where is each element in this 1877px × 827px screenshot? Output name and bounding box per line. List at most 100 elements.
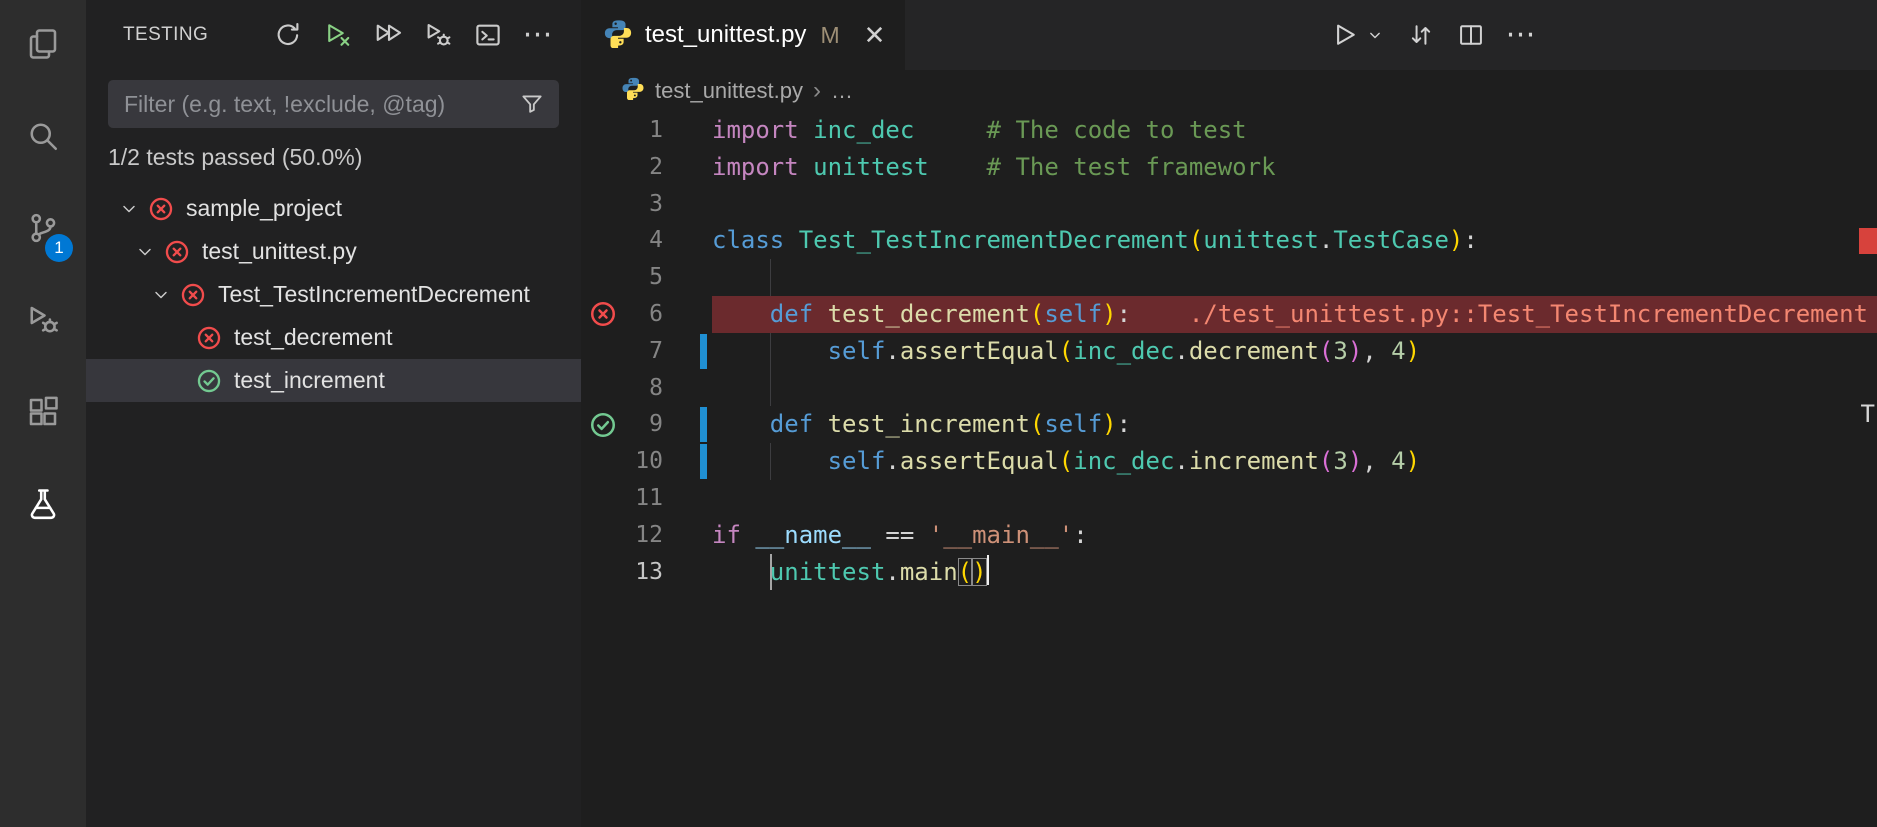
code-line-6[interactable]: 6 def test_decrement(self): ./test_unitt… — [581, 295, 1877, 333]
activity-source-control[interactable]: 1 — [0, 184, 86, 276]
indent-guide — [770, 259, 771, 296]
line-number: 9 — [649, 411, 663, 438]
code-line-content[interactable]: def test_increment(self): — [712, 406, 1877, 443]
debug-tests-icon[interactable] — [417, 14, 459, 56]
git-gutter-spacer — [663, 554, 712, 591]
line-number: 2 — [649, 153, 663, 180]
code-line-content[interactable] — [712, 369, 1877, 407]
code-line-content[interactable]: import unittest # The test framework — [712, 149, 1877, 186]
overview-error-mark — [1859, 228, 1877, 254]
code-line-2[interactable]: 2 import unittest # The test framework — [581, 149, 1877, 186]
code-line-content[interactable]: unittest.main() — [712, 553, 1877, 591]
indent-guide — [770, 369, 771, 407]
git-gutter-spacer — [663, 517, 712, 554]
code-text: import inc_dec # The code to test — [712, 116, 1247, 144]
tree-item-test_decrement[interactable]: test_decrement — [86, 316, 581, 359]
code-line-content[interactable] — [712, 259, 1877, 296]
run-dropdown-icon[interactable] — [1363, 15, 1387, 55]
show-output-icon[interactable] — [467, 14, 509, 56]
breadcrumb[interactable]: test_unittest.py › … — [581, 70, 1877, 112]
breadcrumb-symbol[interactable]: … — [831, 78, 853, 104]
test-filter-input[interactable] — [122, 89, 519, 119]
code-text: self.assertEqual(inc_dec.decrement(3), 4… — [827, 336, 1421, 365]
test-tree: sample_project test_unittest.py Test_TestI… — [86, 187, 581, 402]
code-line-5[interactable]: 5 — [581, 259, 1877, 296]
code-line-3[interactable]: 3 — [581, 186, 1877, 223]
tree-item-label: test_decrement — [234, 324, 393, 350]
git-modified-gutter — [663, 406, 712, 443]
tab-bar: test_unittest.py M ✕ ⋯ — [581, 0, 1877, 70]
activity-explorer[interactable] — [0, 0, 86, 92]
breadcrumb-separator: › — [812, 77, 821, 104]
gutter-spacer — [581, 443, 625, 480]
more-actions-icon[interactable]: ⋯ — [517, 14, 559, 56]
gutter-test-passed-icon[interactable] — [581, 406, 625, 443]
code-line-13[interactable]: 13 unittest.main() — [581, 553, 1877, 591]
gutter-test-failed-icon[interactable] — [581, 296, 625, 333]
python-icon — [603, 18, 633, 53]
code-line-content[interactable] — [712, 480, 1877, 517]
code-text: class Test_TestIncrementDecrement(unitte… — [712, 226, 1478, 255]
code-line-content[interactable]: def test_decrement(self): ./test_unittes… — [712, 295, 1877, 333]
code-line-content[interactable] — [712, 186, 1877, 223]
indent-guide — [770, 443, 771, 480]
git-modified-gutter — [663, 333, 712, 370]
extensions-icon — [25, 394, 61, 435]
tree-item-test_unittest.py[interactable]: test_unittest.py — [86, 230, 581, 273]
activity-search[interactable] — [0, 92, 86, 184]
code-line-12[interactable]: 12 if __name__ == '__main__': — [581, 517, 1877, 554]
code-line-content[interactable]: if __name__ == '__main__': — [712, 517, 1877, 554]
code-line-11[interactable]: 11 — [581, 480, 1877, 517]
activity-testing[interactable] — [0, 460, 86, 552]
tree-item-sample_project[interactable]: sample_project — [86, 187, 581, 230]
git-modified-badge: M — [820, 21, 840, 48]
tree-item-label: test_unittest.py — [202, 238, 357, 264]
tab-test-unittest[interactable]: test_unittest.py M ✕ — [581, 0, 906, 70]
test-passed-icon — [194, 366, 224, 396]
git-gutter-spacer — [663, 149, 712, 186]
tree-item-test_increment[interactable]: test_increment — [86, 359, 581, 402]
line-number: 12 — [635, 521, 663, 548]
code-line-content[interactable]: class Test_TestIncrementDecrement(unitte… — [712, 222, 1877, 259]
activity-extensions[interactable] — [0, 368, 86, 460]
chevron-down-icon[interactable] — [112, 192, 146, 226]
tree-item-label: Test_TestIncrementDecrement — [218, 281, 530, 307]
code-line-10[interactable]: 10 self.assertEqual(inc_dec.increment(3)… — [581, 443, 1877, 480]
run-python-file-icon[interactable] — [1325, 15, 1365, 55]
more-actions-icon[interactable]: ⋯ — [1501, 15, 1541, 55]
run-all-tests-icon[interactable] — [367, 14, 409, 56]
code-line-content[interactable]: self.assertEqual(inc_dec.decrement(3), 4… — [712, 332, 1877, 370]
code-line-9[interactable]: 9 def test_increment(self): — [581, 406, 1877, 443]
code-line-7[interactable]: 7 self.assertEqual(inc_dec.decrement(3),… — [581, 332, 1877, 370]
close-icon[interactable]: ✕ — [864, 20, 886, 51]
chevron-down-icon[interactable] — [128, 235, 162, 269]
git-gutter-spacer — [663, 186, 712, 223]
code-line-8[interactable]: 8 — [581, 369, 1877, 407]
test-failed-icon — [194, 323, 224, 353]
chevron-down-icon[interactable] — [144, 278, 178, 312]
git-gutter-spacer — [663, 259, 712, 296]
filter-icon[interactable] — [519, 91, 545, 117]
text-cursor — [986, 554, 990, 585]
breadcrumb-file[interactable]: test_unittest.py — [655, 78, 803, 104]
code-line-1[interactable]: 1 import inc_dec # The code to test — [581, 112, 1877, 149]
code-text: unittest.main() — [712, 554, 990, 586]
code-line-content[interactable]: import inc_dec # The code to test — [712, 112, 1877, 149]
gutter-spacer — [581, 517, 625, 554]
active-indent-guide — [770, 553, 772, 591]
tree-item-Test_TestIncrementDecrement[interactable]: Test_TestIncrementDecrement — [86, 273, 581, 316]
line-number: 11 — [635, 484, 663, 511]
git-gutter-spacer — [663, 370, 712, 407]
open-changes-icon[interactable] — [1401, 15, 1441, 55]
run-failed-tests-icon[interactable] — [317, 14, 359, 56]
run-and-debug-icon — [25, 302, 61, 343]
line-number: 7 — [649, 337, 663, 364]
split-editor-icon[interactable] — [1451, 15, 1491, 55]
activity-run-and-debug[interactable] — [0, 276, 86, 368]
test-filter-box — [108, 80, 559, 128]
code-line-content[interactable]: self.assertEqual(inc_dec.increment(3), 4… — [712, 443, 1877, 480]
code-editor[interactable]: 1 import inc_dec # The code to test 2 impor… — [581, 112, 1877, 827]
code-line-4[interactable]: 4 class Test_TestIncrementDecrement(unitt… — [581, 222, 1877, 259]
refresh-tests-icon[interactable] — [267, 14, 309, 56]
